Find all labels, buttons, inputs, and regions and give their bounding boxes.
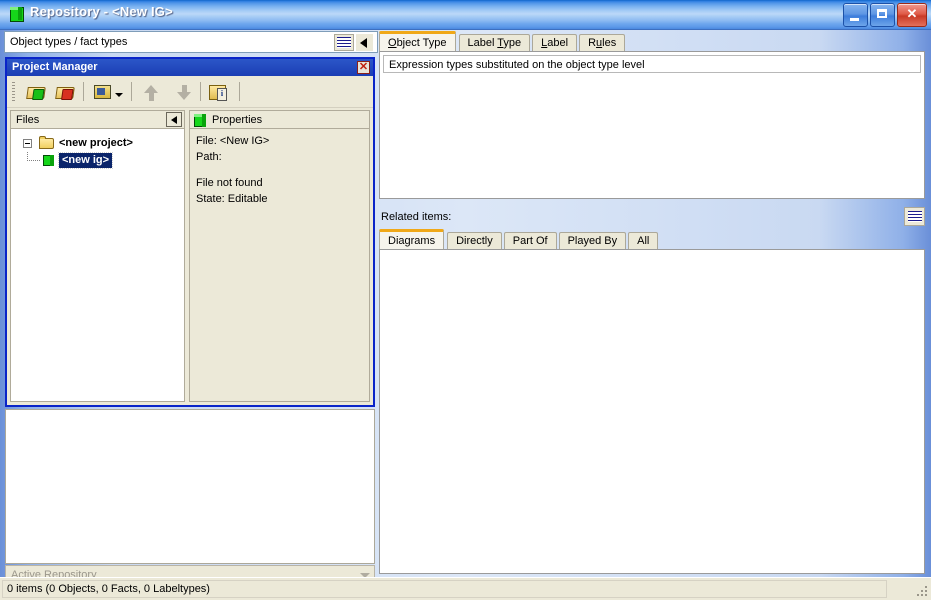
tree-node-ig[interactable]: <new ig>: [15, 152, 180, 169]
add-project-button[interactable]: [25, 81, 49, 103]
status-text: 0 items (0 Objects, 0 Facts, 0 Labeltype…: [7, 583, 210, 595]
files-collapse-button[interactable]: [166, 112, 182, 127]
close-button[interactable]: ✕: [897, 3, 927, 27]
object-type-filter-value: Object types / fact types: [10, 36, 128, 48]
remove-project-button[interactable]: [54, 81, 78, 103]
tab-part-of[interactable]: Part Of: [503, 232, 557, 250]
tree-node-project-label: <new project>: [59, 137, 133, 149]
folder-info-icon: [209, 85, 227, 101]
related-items-list[interactable]: [379, 249, 925, 574]
green-cube-icon: [194, 114, 206, 127]
toolbar-separator: [83, 82, 84, 101]
toolbar-grip[interactable]: [12, 82, 15, 102]
status-cell: 0 items (0 Objects, 0 Facts, 0 Labeltype…: [2, 580, 887, 598]
move-up-button[interactable]: [139, 81, 163, 103]
grid-view-icon: [908, 211, 922, 222]
project-manager-window: Project Manager ✕ i Files <new project> …: [5, 57, 375, 407]
move-down-button[interactable]: [172, 81, 196, 103]
project-manager-close-button[interactable]: ✕: [357, 61, 370, 74]
chevron-down-icon[interactable]: [115, 93, 123, 97]
window-controls: ✕: [843, 3, 927, 27]
property-file: File: <New IG>: [196, 135, 270, 147]
related-grid-button[interactable]: [904, 207, 925, 226]
expand-collapse-icon[interactable]: [23, 139, 32, 148]
files-panel: Files <new project> <new ig>: [10, 110, 185, 402]
project-manager-title: Project Manager: [12, 61, 98, 73]
object-type-panel: Expression types substituted on the obje…: [379, 51, 925, 199]
remove-badge-icon: [61, 89, 74, 100]
left-pane: Object types / fact types Project Manage…: [4, 31, 378, 585]
resize-grip[interactable]: [915, 584, 929, 598]
properties-content: File: <New IG> Path: File not found Stat…: [189, 129, 370, 402]
close-icon: ✕: [358, 61, 369, 73]
folder-open-remove-icon: [55, 87, 75, 100]
tab-label-type[interactable]: Label Type: [458, 34, 531, 52]
right-pane: Object Type Label Type Label Rules Expre…: [379, 31, 927, 575]
tree-line-horizontal: [27, 160, 41, 161]
tab-object-type[interactable]: Object Type: [379, 31, 456, 52]
property-path: Path:: [196, 151, 222, 163]
window-title: Repository - <New IG>: [30, 4, 173, 19]
toolbar-separator: [131, 82, 132, 101]
arrow-down-icon: [177, 92, 191, 100]
detail-tab-strip: Object Type Label Type Label Rules: [379, 31, 627, 52]
minimize-button[interactable]: [843, 3, 868, 27]
title-bar: Repository - <New IG> ✕: [0, 0, 931, 30]
files-panel-header: Files: [10, 110, 185, 129]
tab-played-by[interactable]: Played By: [558, 232, 627, 250]
project-manager-toolbar: [7, 76, 373, 108]
application-window: Repository - <New IG> ✕ Object types / f…: [0, 0, 931, 600]
property-spacer: [196, 165, 363, 175]
toolbar-separator: [200, 82, 201, 101]
toolbar-separator: [239, 82, 240, 101]
tab-diagrams[interactable]: Diagrams: [379, 229, 445, 250]
properties-panel-title: Properties: [212, 114, 263, 126]
green-cube-icon: [43, 155, 54, 166]
related-items-bar: Related items:: [379, 207, 927, 229]
triangle-left-icon: [360, 38, 367, 48]
repository-button[interactable]: [91, 81, 125, 103]
tab-label[interactable]: Label: [532, 34, 578, 52]
tree-node-ig-label[interactable]: <new ig>: [57, 152, 114, 169]
files-tree[interactable]: <new project> <new ig>: [10, 129, 185, 402]
arrow-up-stem: [149, 93, 154, 101]
filter-collapse-button[interactable]: [356, 34, 373, 51]
triangle-left-icon: [171, 116, 177, 124]
project-tree: <new project> <new ig>: [11, 129, 184, 175]
status-bar: 0 items (0 Objects, 0 Facts, 0 Labeltype…: [0, 577, 931, 600]
project-manager-title-bar: Project Manager ✕: [7, 59, 373, 76]
project-manager-body: Files <new project> <new ig> Properties …: [10, 110, 370, 402]
files-panel-title: Files: [16, 114, 40, 126]
related-items-label: Related items:: [381, 211, 452, 223]
green-cube-icon: [10, 7, 24, 22]
property-not-found: File not found: [196, 177, 263, 189]
tab-directly[interactable]: Directly: [447, 232, 502, 250]
object-type-filter-combo[interactable]: Object types / fact types: [4, 31, 378, 53]
folder-icon: [39, 136, 54, 149]
grid-view-button[interactable]: [334, 34, 354, 51]
arrow-up-icon: [144, 85, 158, 93]
repository-item-list[interactable]: [5, 409, 375, 564]
tree-node-project[interactable]: <new project>: [15, 135, 180, 152]
maximize-button[interactable]: [870, 3, 895, 27]
repository-monitor-icon: [94, 85, 111, 99]
property-state: State: Editable: [196, 193, 268, 205]
project-info-button[interactable]: [207, 81, 231, 103]
close-icon: ✕: [906, 6, 918, 21]
expression-types-text: Expression types substituted on the obje…: [389, 59, 645, 71]
app-icon: [9, 6, 24, 22]
tab-all[interactable]: All: [628, 232, 659, 250]
folder-open-add-icon: [26, 87, 46, 100]
related-tab-strip: Diagrams Directly Part Of Played By All: [379, 229, 660, 250]
expression-types-field[interactable]: Expression types substituted on the obje…: [383, 55, 921, 73]
properties-panel: Properties File: <New IG> Path: File not…: [189, 110, 370, 402]
properties-panel-header: Properties: [189, 110, 370, 129]
add-badge-icon: [32, 89, 45, 100]
grid-view-icon: [337, 37, 351, 48]
tab-rules[interactable]: Rules: [579, 34, 626, 52]
